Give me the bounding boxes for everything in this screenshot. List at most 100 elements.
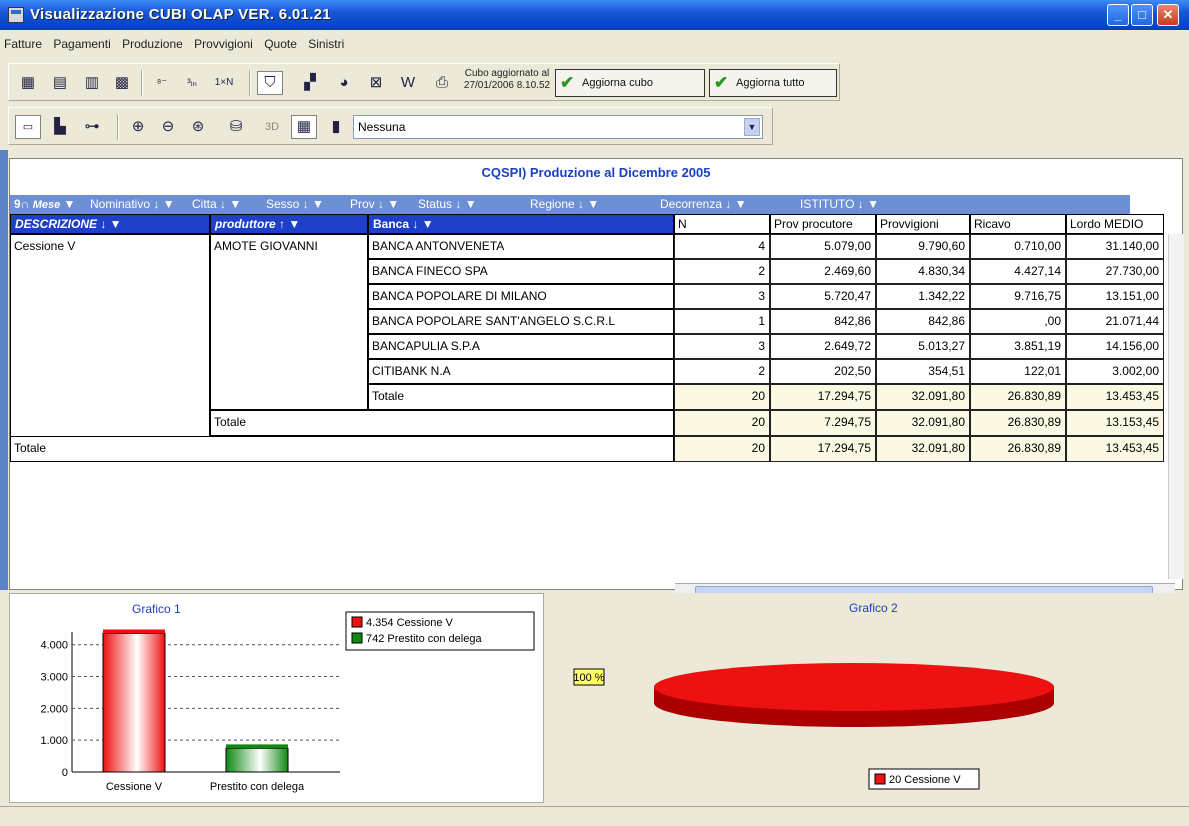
pivot-icon[interactable]: ▦ [15, 71, 41, 95]
x-tick-label: Prestito con delega [210, 781, 305, 793]
total-value-cell: 32.091,80 [876, 384, 970, 410]
total-value-cell: 13.153,45 [1066, 410, 1164, 436]
dim-mese[interactable]: 9∩ Mese ▼ [14, 197, 75, 211]
menu-fatture[interactable]: Fatture [0, 34, 46, 54]
bar [102, 632, 166, 773]
dim-decorrenza[interactable]: Decorrenza ↓ ▼ [660, 197, 747, 211]
total-value-cell: 17.294,75 [770, 436, 876, 462]
3d-toggle-button[interactable]: 3D [259, 115, 285, 139]
value-cell: 9.716,75 [970, 284, 1066, 309]
menu-quote[interactable]: Quote [260, 34, 301, 54]
menu-produzione[interactable]: Produzione [118, 34, 187, 54]
value-cell: 5.079,00 [770, 234, 876, 259]
vertical-scrollbar[interactable] [1168, 234, 1184, 579]
menu-sinistri[interactable]: Sinistri [304, 34, 348, 54]
chart-type-icon[interactable]: ▙ [47, 115, 73, 139]
refresh-all-button[interactable]: ✔ Aggiorna tutto [709, 69, 837, 97]
group-cell[interactable]: Cessione V [10, 234, 210, 438]
bar-view-icon[interactable]: ▮ [323, 115, 349, 139]
value-cell: 842,86 [770, 309, 876, 334]
banca-cell[interactable]: BANCA ANTONVENETA [368, 234, 674, 259]
table-icon[interactable]: ▤ [47, 71, 73, 95]
zoom-out-icon[interactable]: ⊖ [155, 115, 181, 139]
legend-label: 4.354 Cessione V [366, 617, 453, 629]
header-descrizione[interactable]: DESCRIZIONE ↓ ▼ [10, 214, 210, 234]
view-toolbar: ▭ ▙ ⊶ ⊕ ⊖ ⊛ ⛁ 3D ▦ ▮ Nessuna ▼ [8, 107, 773, 145]
menu-pagamenti[interactable]: Pagamenti [49, 34, 114, 54]
refresh-cube-label: Aggiorna cubo [582, 77, 653, 89]
dim-sesso[interactable]: Sesso ↓ ▼ [266, 197, 324, 211]
globe-icon[interactable]: ◕ [331, 71, 357, 95]
app-icon[interactable] [8, 7, 24, 23]
word-export-icon[interactable]: W [395, 71, 421, 95]
refresh-cube-button[interactable]: ✔ Aggiorna cubo [555, 69, 705, 97]
menu-provvigioni[interactable]: Provvigioni [190, 34, 257, 54]
y-tick-label: 0 [62, 767, 68, 779]
sort-asc-icon[interactable]: ⁸⁻ [149, 71, 175, 95]
maximize-button[interactable]: □ [1131, 4, 1153, 26]
banca-cell[interactable]: CITIBANK N.A [368, 359, 674, 384]
excel-export-icon[interactable]: ⊠ [363, 71, 389, 95]
filter-combo[interactable]: Nessuna ▼ [353, 115, 763, 139]
value-cell: 202,50 [770, 359, 876, 384]
value-cell: 3 [674, 284, 770, 309]
paint-icon[interactable]: ⛁ [223, 115, 249, 139]
chevron-down-icon[interactable]: ▼ [744, 118, 760, 136]
tree-icon[interactable]: ⊶ [79, 115, 105, 139]
header-banca[interactable]: Banca ↓ ▼ [368, 214, 674, 234]
total-value-cell: 17.294,75 [770, 384, 876, 410]
dim-status[interactable]: Status ↓ ▼ [418, 197, 477, 211]
window-title: Visualizzazione CUBI OLAP VER. 6.01.21 [30, 6, 331, 23]
filter-icon[interactable]: ⛉ [257, 71, 283, 95]
minimize-button[interactable]: _ [1107, 4, 1129, 26]
dim-nominativo[interactable]: Nominativo ↓ ▼ [90, 197, 175, 211]
close-button[interactable]: ✕ [1157, 4, 1179, 26]
menu-bar: Fatture Pagamenti Produzione Provvigioni… [0, 34, 1189, 54]
value-cell: 842,86 [876, 309, 970, 334]
dim-regione[interactable]: Regione ↓ ▼ [530, 197, 599, 211]
zoom-in-icon[interactable]: ⊕ [125, 115, 151, 139]
banca-cell[interactable]: BANCAPULIA S.P.A [368, 334, 674, 359]
grid-icon[interactable]: ▥ [79, 71, 105, 95]
header-provvigioni: Provvigioni [876, 214, 970, 234]
producer-cell[interactable]: AMOTE GIOVANNI [210, 234, 368, 410]
value-cell: 14.156,00 [1066, 334, 1164, 359]
value-cell: 31.140,00 [1066, 234, 1164, 259]
1xn-icon[interactable]: 1×N [211, 71, 237, 95]
total-label: Totale [368, 384, 674, 410]
total-label: Totale [10, 436, 674, 462]
value-cell: 0.710,00 [970, 234, 1066, 259]
filter-combo-value: Nessuna [358, 120, 406, 134]
banca-cell[interactable]: BANCA POPOLARE SANT'ANGELO S.C.R.L [368, 309, 674, 334]
percent-grid-icon[interactable]: ▩ [109, 71, 135, 95]
pivot-report: CQSPI) Produzione al Dicembre 2005 9∩ Me… [9, 158, 1184, 600]
total-value-cell: 7.294,75 [770, 410, 876, 436]
grid-toggle-icon[interactable]: ▦ [291, 115, 317, 139]
dim-prov[interactable]: Prov ↓ ▼ [350, 197, 399, 211]
bar-top [103, 629, 165, 634]
value-cell: 2.649,72 [770, 334, 876, 359]
dim-citta[interactable]: Citta ↓ ▼ [192, 197, 241, 211]
banca-cell[interactable]: BANCA FINECO SPA [368, 259, 674, 284]
zoom-fit-icon[interactable]: ⊛ [185, 115, 211, 139]
pie-legend-swatch [874, 773, 886, 785]
x-tick-label: Cessione V [106, 781, 163, 793]
report-title: CQSPI) Produzione al Dicembre 2005 [481, 165, 711, 180]
y-tick-label: 1.000 [40, 735, 68, 747]
value-cell: 3.002,00 [1066, 359, 1164, 384]
header-produttore[interactable]: produttore ↑ ▼ [210, 214, 368, 234]
sort-desc-icon[interactable]: ³ₗₙ [179, 71, 205, 95]
status-bar [0, 806, 1189, 826]
dim-istituto[interactable]: ISTITUTO ↓ ▼ [800, 197, 879, 211]
chart-icon[interactable]: ▞ [297, 71, 323, 95]
value-cell: 1.342,22 [876, 284, 970, 309]
header-n: N [674, 214, 770, 234]
layout-icon[interactable]: ▭ [15, 115, 41, 139]
y-tick-label: 4.000 [40, 640, 68, 652]
value-cell: 2.469,60 [770, 259, 876, 284]
value-cell: 9.790,60 [876, 234, 970, 259]
print-icon[interactable]: ⎙ [429, 71, 455, 95]
value-cell: 5.013,27 [876, 334, 970, 359]
banca-cell[interactable]: BANCA POPOLARE DI MILANO [368, 284, 674, 309]
value-cell: 27.730,00 [1066, 259, 1164, 284]
